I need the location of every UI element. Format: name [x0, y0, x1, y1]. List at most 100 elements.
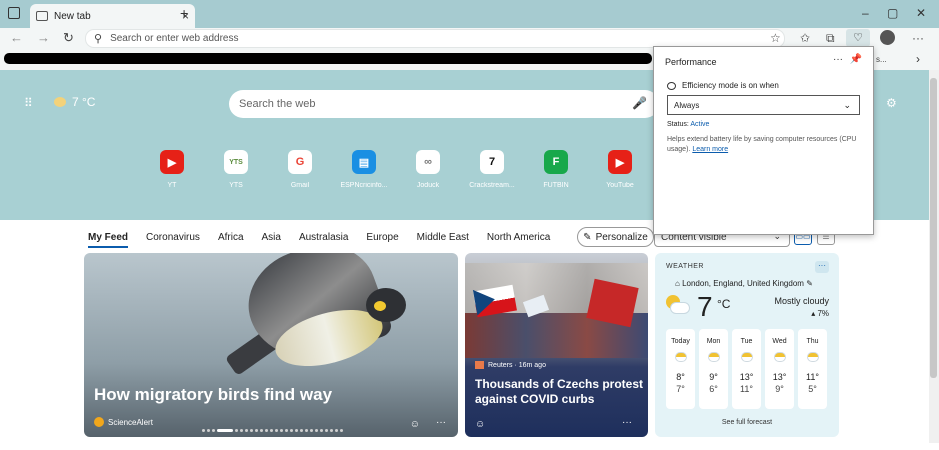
news-card-birds[interactable]: How migratory birds find way ScienceAler… [84, 253, 458, 437]
scrollbar-thumb[interactable] [930, 78, 937, 378]
feed-tab[interactable]: Africa [218, 232, 244, 248]
quick-link[interactable]: F FUTBIN [526, 150, 586, 189]
redacted-favorites [4, 53, 652, 64]
home-icon: ⌂ [675, 279, 680, 288]
back-button[interactable]: ← [10, 30, 23, 45]
forecast-day-name: Tue [740, 338, 753, 345]
forecast-day[interactable]: Today 8° 7° [666, 329, 695, 409]
forward-button[interactable]: → [37, 30, 50, 45]
search-placeholder: Search the web [239, 98, 316, 110]
quick-link-label: YouTube [606, 182, 634, 189]
partly-cloudy-icon [666, 295, 690, 315]
microphone-icon[interactable]: 🎤 [632, 96, 647, 110]
quick-link[interactable]: 7 Crackstream... [462, 150, 522, 189]
page-settings-icon[interactable]: ⚙ [886, 96, 897, 110]
weather-condition: Mostly cloudy [774, 296, 829, 306]
more-menu-button[interactable]: ··· [912, 31, 924, 45]
forecast-day-name: Mon [706, 338, 721, 345]
quick-link-icon: F [544, 150, 568, 174]
edit-location-icon[interactable]: ✎ [806, 279, 813, 288]
add-favorite-icon[interactable]: ☆ [770, 31, 781, 45]
minimize-button[interactable]: – [862, 6, 869, 20]
tab-actions-icon[interactable] [8, 7, 20, 19]
quick-link-icon: ▶ [608, 150, 632, 174]
restore-button[interactable]: ▢ [887, 6, 898, 20]
favorites-icon[interactable]: ✩ [800, 31, 810, 45]
weather-location-name: London, England, United Kingdom [682, 279, 804, 288]
weather-location[interactable]: ⌂ London, England, United Kingdom ✎ [675, 279, 813, 288]
weather-mini[interactable]: 7 °C [54, 95, 95, 109]
forecast-day-name: Thu [806, 338, 819, 345]
collections-icon[interactable]: ⧉ [826, 31, 835, 46]
quick-link-icon: 7 [480, 150, 504, 174]
performance-more-button[interactable]: ··· [833, 54, 843, 65]
refresh-button[interactable]: ↻ [63, 30, 74, 46]
card-source-name: ScienceAlert [108, 417, 153, 427]
weather-more-button[interactable]: ··· [815, 261, 829, 273]
see-full-forecast-link[interactable]: See full forecast [655, 419, 839, 426]
quick-link[interactable]: G Gmail [270, 150, 330, 189]
quick-link[interactable]: ∞ Joduck [398, 150, 458, 189]
card-source[interactable]: ScienceAlert [94, 417, 153, 427]
efficiency-label: Efficiency mode is on when [682, 81, 779, 90]
feed-tab[interactable]: My Feed [88, 232, 129, 248]
card-source[interactable]: Reuters · 16m ago [475, 361, 546, 369]
quick-link-label: YT [167, 182, 177, 189]
feed-tab[interactable]: Coronavirus [146, 232, 200, 248]
performance-icon[interactable]: ♡ [846, 29, 870, 47]
feed-tab[interactable]: North America [487, 232, 550, 248]
tab-new-tab[interactable]: New tab × [30, 4, 195, 28]
feedback-icon[interactable]: ☺ [475, 419, 485, 430]
weather-card[interactable]: WEATHER ··· ⌂ London, England, United Ki… [655, 253, 839, 437]
chevron-right-icon[interactable]: › [916, 52, 920, 66]
weather-unit[interactable]: °C [717, 297, 730, 311]
quick-link[interactable]: ▤ ESPNcricinfo... [334, 150, 394, 189]
card-more-button[interactable]: ··· [436, 417, 446, 428]
quick-link[interactable]: ▶ YouTube [590, 150, 650, 189]
carousel-pager[interactable] [202, 429, 343, 432]
forecast-day[interactable]: Tue 13° 11° [732, 329, 761, 409]
feed-tab[interactable]: Europe [366, 232, 398, 248]
weather-temp: 7 [697, 291, 713, 322]
forecast-low: 11° [740, 384, 753, 394]
bird-image-throat [374, 301, 386, 311]
pin-icon[interactable]: 📌 [850, 54, 862, 65]
forecast-high: 11° [806, 372, 819, 382]
forecast-high: 13° [739, 372, 754, 382]
quick-link-icon: ▶ [160, 150, 184, 174]
card-more-button[interactable]: ··· [622, 417, 632, 428]
bird-image-head [366, 288, 406, 322]
feed-tab[interactable]: Australasia [299, 232, 348, 248]
favorite-overflow-label[interactable]: s... [876, 55, 887, 64]
efficiency-row: Efficiency mode is on when [667, 81, 779, 90]
protest-image-flag-triangle [472, 286, 498, 316]
forecast-day[interactable]: Wed 13° 9° [765, 329, 794, 409]
feedback-icon[interactable]: ☺ [410, 419, 420, 430]
forecast-day-name: Today [671, 338, 690, 345]
efficiency-mode-value: Always [674, 100, 700, 110]
quick-link[interactable]: YTS YTS [206, 150, 266, 189]
feed-tab[interactable]: Middle East [417, 232, 469, 248]
quick-link-label: Gmail [290, 182, 310, 189]
quick-link[interactable]: ▶ YT [142, 150, 202, 189]
feed-tab[interactable]: Asia [262, 232, 281, 248]
apps-grid-icon[interactable]: ⠿ [24, 96, 34, 110]
forecast-day[interactable]: Mon 9° 6° [699, 329, 728, 409]
forecast-day[interactable]: Thu 11° 5° [798, 329, 827, 409]
feed-tabs: My Feed Coronavirus Africa Asia Australasia E… [88, 232, 550, 248]
quick-link-icon: G [288, 150, 312, 174]
card-title[interactable]: How migratory birds find way [94, 385, 332, 405]
card-title[interactable]: Thousands of Czechs protest against COVI… [475, 377, 645, 407]
profile-icon[interactable] [880, 30, 895, 45]
personalize-button[interactable]: ✎ Personalize [577, 227, 654, 247]
learn-more-link[interactable]: Learn more [692, 146, 728, 153]
forecast-low: 5° [808, 384, 817, 394]
forecast-low: 7° [676, 384, 685, 394]
new-tab-button[interactable]: + [180, 5, 188, 21]
close-window-button[interactable]: ✕ [916, 6, 926, 20]
efficiency-mode-select[interactable]: Always ⌄ [667, 95, 860, 115]
news-card-czech[interactable]: Reuters · 16m ago Thousands of Czechs pr… [465, 253, 648, 437]
web-search-box[interactable]: Search the web 🎤 [229, 90, 659, 118]
partly-sunny-icon [740, 352, 753, 362]
tab-title: New tab [54, 10, 91, 22]
